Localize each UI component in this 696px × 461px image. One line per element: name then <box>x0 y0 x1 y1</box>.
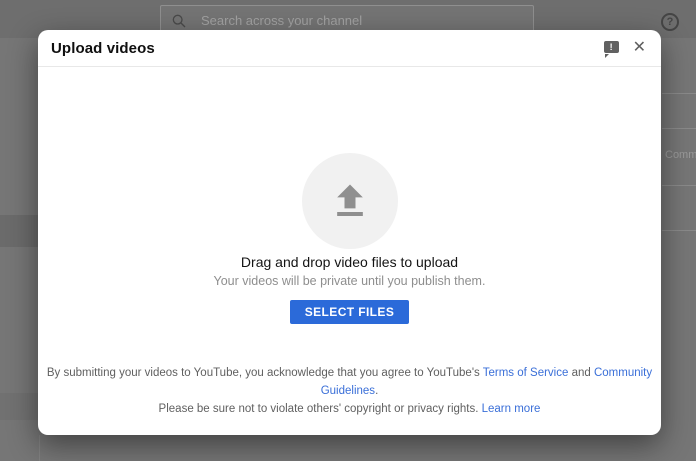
comments-column-header: Comments <box>665 149 696 163</box>
dialog-title: Upload videos <box>51 40 155 57</box>
dropzone-subtitle: Your videos will be private until you pu… <box>214 274 486 288</box>
background-table-divider <box>662 93 696 94</box>
footer-text: By submitting your videos to YouTube, yo… <box>47 367 483 379</box>
footer-text: and <box>568 367 594 379</box>
background-table-divider <box>662 230 696 231</box>
search-icon <box>171 13 187 29</box>
dialog-body: Drag and drop video files to upload Your… <box>38 67 661 435</box>
background-sidebar-edge <box>39 435 40 461</box>
footer-text: . <box>375 385 378 397</box>
background-table-divider <box>662 185 696 186</box>
help-icon[interactable]: ? <box>661 13 679 31</box>
background-sidebar-selected-item <box>0 215 38 247</box>
upload-videos-dialog: Upload videos ! ✕ Drag and drop video fi… <box>38 30 661 435</box>
select-files-button[interactable]: SELECT FILES <box>290 300 409 324</box>
dialog-header-actions: ! ✕ <box>604 39 647 57</box>
help-glyph: ? <box>667 16 674 28</box>
background-sidebar-item <box>0 393 38 420</box>
search-placeholder: Search across your channel <box>201 13 362 28</box>
feedback-icon-tail <box>605 54 609 58</box>
dialog-footer: By submitting your videos to YouTube, yo… <box>38 364 661 418</box>
learn-more-link[interactable]: Learn more <box>482 403 541 415</box>
dropzone-title: Drag and drop video files to upload <box>241 254 458 270</box>
footer-line-1: By submitting your videos to YouTube, yo… <box>38 364 661 400</box>
close-icon[interactable]: ✕ <box>632 39 647 57</box>
send-feedback-button[interactable]: ! <box>604 41 619 55</box>
footer-text: Please be sure not to violate others' co… <box>159 403 482 415</box>
feedback-exclamation: ! <box>610 43 613 52</box>
upload-dropzone-circle[interactable] <box>302 153 398 249</box>
upload-arrow-icon <box>328 179 372 223</box>
footer-line-2: Please be sure not to violate others' co… <box>38 400 661 418</box>
background-table-divider <box>662 128 696 129</box>
terms-of-service-link[interactable]: Terms of Service <box>483 367 569 379</box>
select-files-label: SELECT FILES <box>305 305 394 319</box>
youtube-studio-screen: Search across your channel ? Comments Up… <box>0 0 696 461</box>
dialog-header: Upload videos ! ✕ <box>38 30 661 67</box>
feedback-icon: ! <box>604 41 619 53</box>
